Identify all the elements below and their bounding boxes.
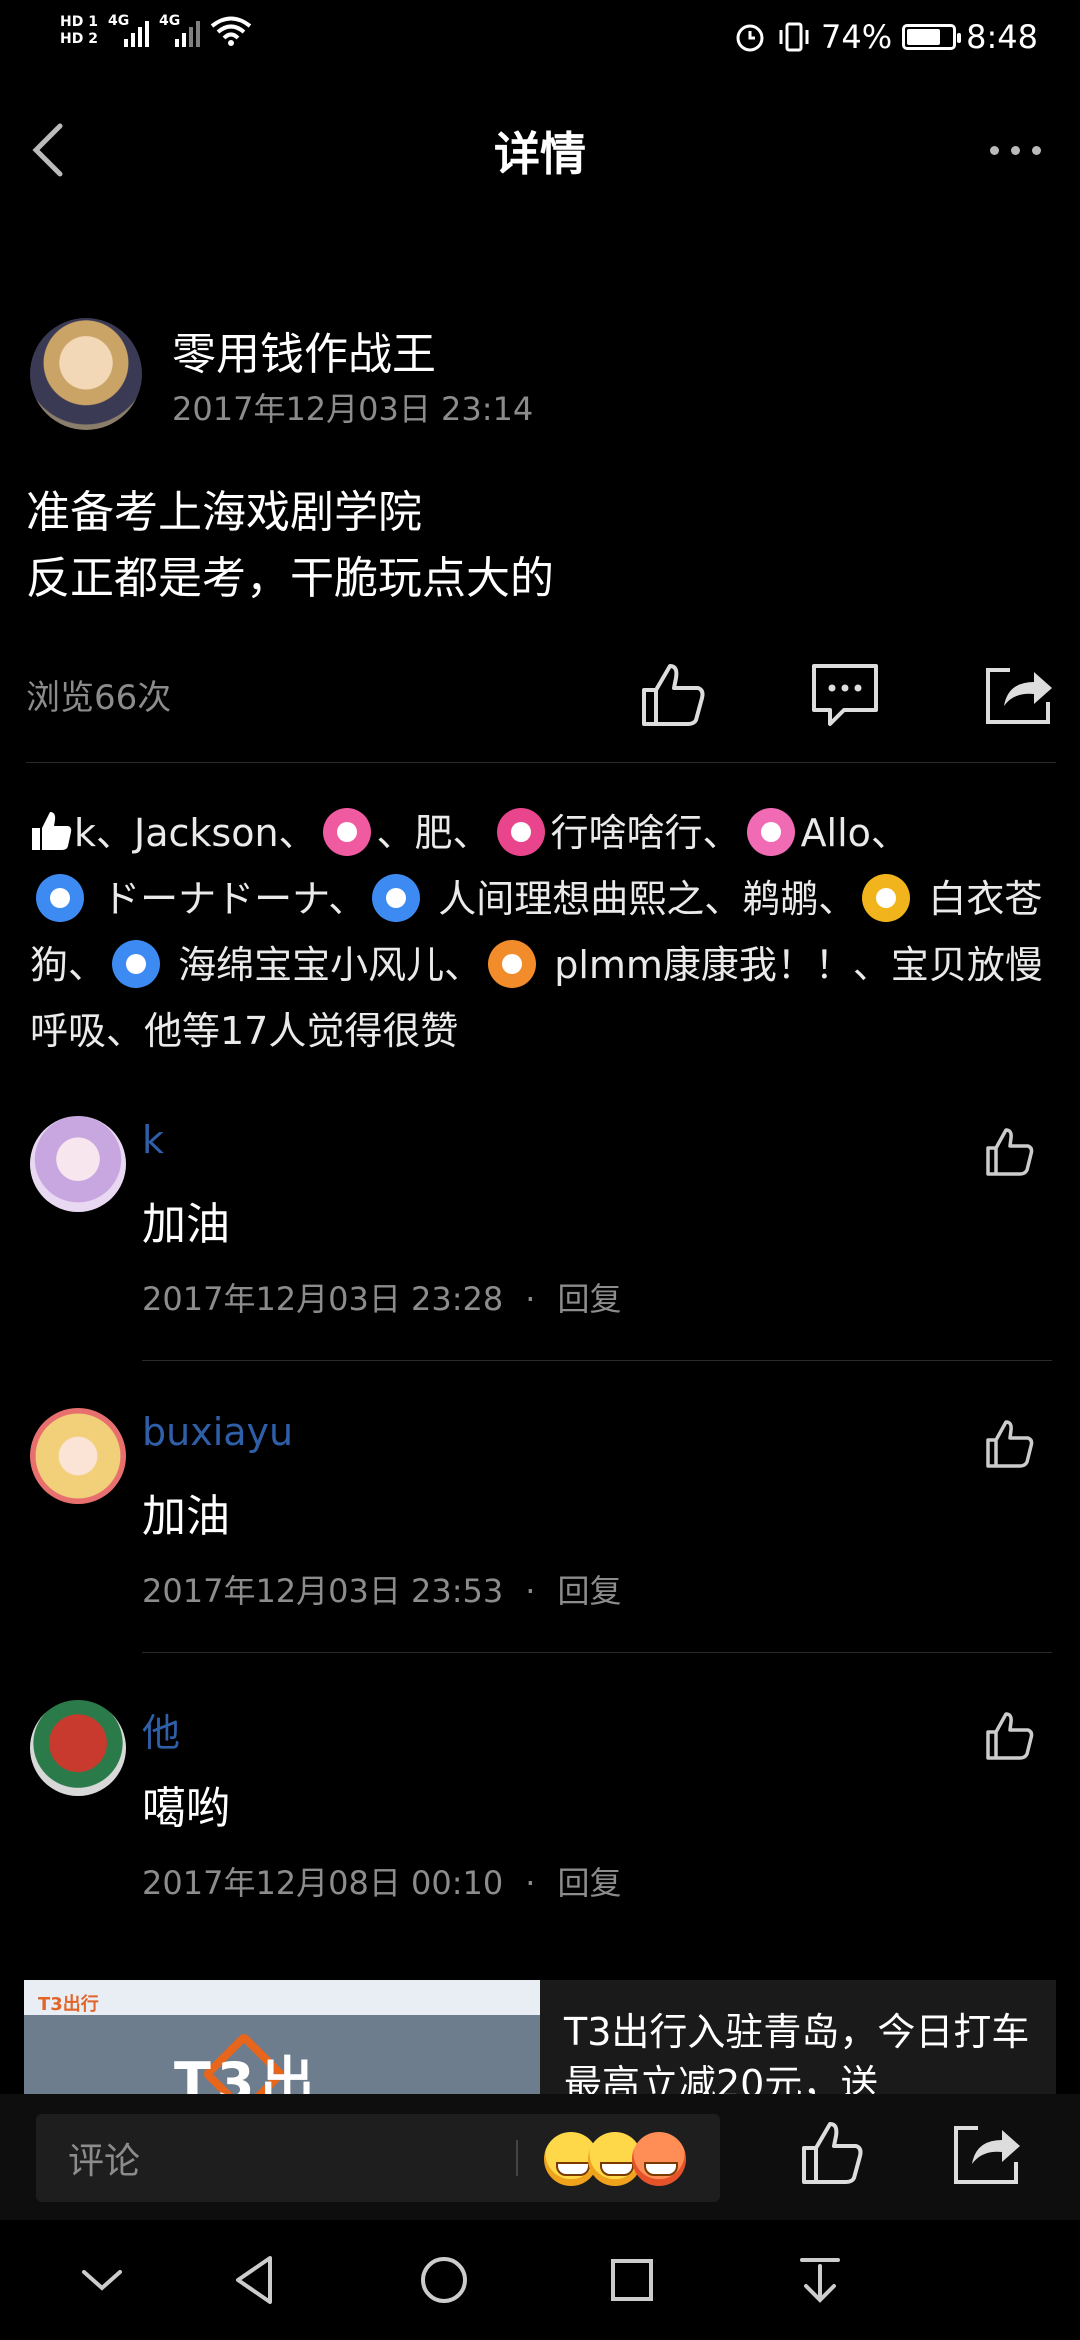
comment-time: 2017年12月03日 23:28 <box>142 1280 504 1318</box>
reply-button[interactable]: 回复 <box>557 1864 621 1902</box>
collapse-nav-icon[interactable] <box>72 2250 132 2310</box>
likers-text-5[interactable]: ドーナドーナ、 <box>102 877 366 921</box>
vibrate-icon <box>779 22 809 52</box>
likers-text-3[interactable]: 行啥啥行、 <box>551 811 741 855</box>
commenter-name[interactable]: buxiayu <box>142 1410 293 1454</box>
clock: 8:48 <box>966 18 1038 56</box>
more-options-icon[interactable] <box>980 130 1050 170</box>
lollipop-badge-icon <box>746 808 795 856</box>
commenter-avatar[interactable] <box>30 1408 126 1504</box>
ad-logo: T3出行 <box>38 1994 99 2015</box>
comment-meta: 2017年12月03日 23:28 · 回复 <box>142 1280 622 1318</box>
comment-time: 2017年12月08日 00:10 <box>142 1864 504 1902</box>
nav-home-icon[interactable] <box>414 2250 474 2310</box>
arrow-badge-icon <box>112 940 161 988</box>
likers-text-2[interactable]: 、肥、 <box>377 811 491 855</box>
comment-like-icon[interactable] <box>984 1126 1036 1178</box>
post-content: 准备考上海戏剧学院 反正都是考，干脆玩点大的 <box>26 480 554 612</box>
input-separator <box>516 2140 518 2176</box>
fish-badge-icon <box>36 874 84 922</box>
hd-indicator: HD 1 HD 2 <box>60 14 98 47</box>
comment-like-icon[interactable] <box>984 1710 1036 1762</box>
author-avatar[interactable] <box>30 318 142 430</box>
ad-image: T3出行 T3出 <box>24 1980 540 2100</box>
battery-percent: 74% <box>821 18 893 56</box>
post-time: 2017年12月03日 23:14 <box>172 390 534 428</box>
comment-time: 2017年12月03日 23:53 <box>142 1572 504 1610</box>
comment-input[interactable]: 评论 <box>36 2114 720 2202</box>
comment-text: 加油 <box>142 1199 230 1250</box>
post-line-2: 反正都是考，干脆玩点大的 <box>26 553 554 604</box>
comment-meta: 2017年12月08日 00:10 · 回复 <box>142 1864 622 1902</box>
status-bar: HD 1 HD 2 4G 4G 74% 8:48 <box>0 0 1080 80</box>
commenter-avatar[interactable] <box>30 1116 126 1212</box>
comment-item: 他 噶哟 2017年12月08日 00:10 · 回复 <box>30 1700 1050 1950</box>
commenter-name[interactable]: k <box>142 1118 164 1162</box>
author-name[interactable]: 零用钱作战王 <box>172 318 436 382</box>
comment-like-icon[interactable] <box>984 1418 1036 1470</box>
post-author: 零用钱作战王 2017年12月03日 23:14 <box>30 318 1050 430</box>
post-stats: 浏览66次 <box>26 660 1056 740</box>
ad-building-text: T3出 <box>174 2051 321 2100</box>
divider <box>142 1360 1052 1361</box>
comment-icon[interactable] <box>810 660 880 730</box>
comment-item: buxiayu 加油 2017年12月03日 23:53 · 回复 <box>30 1408 1050 1658</box>
comment-item: k 加油 2017年12月03日 23:28 · 回复 <box>30 1116 1050 1366</box>
likers-text-8[interactable]: 海绵宝宝小风儿、 <box>178 943 482 987</box>
bear-badge-icon <box>488 940 537 988</box>
reply-button[interactable]: 回复 <box>557 1572 621 1610</box>
cellular-signal-icon-2: 4G <box>159 13 200 47</box>
nav-recents-icon[interactable] <box>602 2250 662 2310</box>
commenter-name[interactable]: 他 <box>142 1702 180 1757</box>
commenter-avatar[interactable] <box>30 1700 126 1796</box>
comment-meta: 2017年12月03日 23:53 · 回复 <box>142 1572 622 1610</box>
share-icon[interactable] <box>984 660 1054 730</box>
comment-text: 噶哟 <box>142 1783 230 1834</box>
heart-badge-icon <box>322 808 371 856</box>
likers-text-1[interactable]: k、Jackson、 <box>74 811 317 855</box>
bottom-action-bar: 评论 <box>0 2094 1080 2220</box>
angry-emoji-icon[interactable] <box>632 2132 686 2186</box>
post-line-1: 准备考上海戏剧学院 <box>26 487 422 538</box>
like-thumb-icon <box>32 812 72 850</box>
comment-placeholder: 评论 <box>68 2141 141 2182</box>
divider <box>26 762 1056 763</box>
star-badge-icon <box>496 808 545 856</box>
ad-banner[interactable]: T3出行 T3出 T3出行入驻青岛，今日打车最高立减20元，送 <box>24 1980 1056 2100</box>
comment-text: 加油 <box>142 1491 230 1542</box>
divider <box>142 1652 1052 1653</box>
battery-icon <box>902 24 962 50</box>
star-gold-badge-icon <box>862 874 911 922</box>
ad-headline: T3出行入驻青岛，今日打车最高立减20元，送 <box>564 2010 1030 2100</box>
like-icon[interactable] <box>638 660 708 730</box>
likers-text-4[interactable]: Allo、 <box>801 811 909 855</box>
cellular-signal-icon: 4G <box>108 13 149 47</box>
likers-text-6[interactable]: 人间理想曲熙之、鹈鹕、 <box>438 877 856 921</box>
bottom-share-icon[interactable] <box>952 2120 1022 2186</box>
likers-list: k、Jackson、 、肥、 行啥啥行、 Allo、 ドーナドーナ、 人间理想曲熙之、… <box>30 800 1050 1064</box>
alarm-icon <box>736 24 764 52</box>
rocket-badge-icon <box>372 874 421 922</box>
bottom-like-icon[interactable] <box>800 2120 866 2186</box>
notification-pull-icon[interactable] <box>790 2250 850 2310</box>
reply-button[interactable]: 回复 <box>557 1280 621 1318</box>
navigation-bar <box>0 2220 1080 2340</box>
page-title: 详情 <box>494 127 586 181</box>
nav-back-icon[interactable] <box>226 2250 286 2310</box>
view-count: 浏览66次 <box>26 678 172 718</box>
wifi-icon <box>210 16 252 46</box>
header: 详情 <box>0 100 1080 200</box>
